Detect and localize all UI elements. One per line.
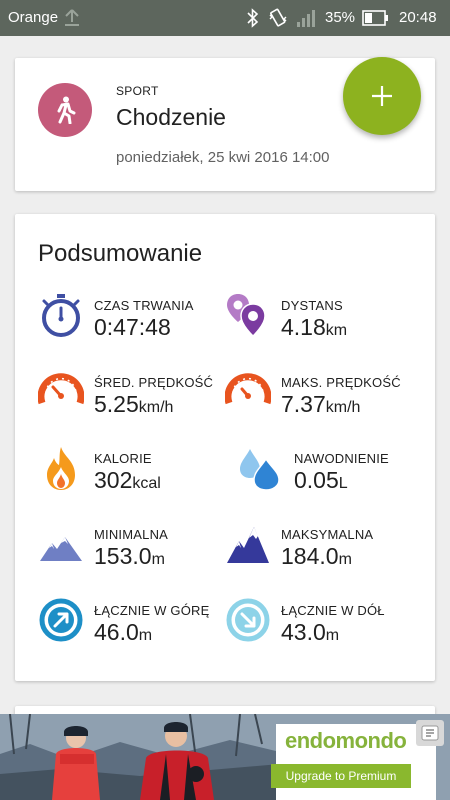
map-pins-icon	[227, 294, 266, 338]
stat-label: ŁĄCZNIE W GÓRĘ	[94, 603, 210, 618]
stat-value: 46.0m	[94, 619, 153, 645]
flame-icon	[47, 447, 75, 490]
stat-label: ŚRED. PRĘDKOŚĆ	[94, 375, 214, 390]
sport-label: SPORT	[116, 84, 159, 98]
stat-value: 4.18km	[281, 314, 348, 340]
ascent-arrow-icon	[39, 598, 83, 642]
summary-card: Podsumowanie CZAS TRWANIA 0:47:48 DYSTAN…	[15, 214, 435, 681]
stat-distance: DYSTANS 4.18km	[225, 292, 430, 342]
upgrade-premium-button[interactable]: Upgrade to Premium	[271, 764, 411, 788]
carrier-name: Orange	[8, 9, 59, 26]
speedometer-max-icon	[225, 373, 271, 405]
upload-icon	[65, 9, 79, 26]
stat-min-altitude: MINIMALNA 153.0m	[38, 521, 223, 571]
mountain-high-icon	[227, 527, 269, 563]
bluetooth-icon	[247, 8, 259, 28]
stat-value: 302kcal	[94, 467, 161, 493]
stopwatch-icon	[42, 294, 80, 337]
battery-percentage: 35%	[325, 9, 356, 26]
signal-icon	[297, 10, 315, 27]
stat-max-speed: MAKS. PRĘDKOŚĆ 7.37km/h	[225, 369, 430, 419]
stat-total-descent: ŁĄCZNIE W DÓŁ 43.0m	[225, 597, 430, 647]
mountain-low-icon	[40, 537, 82, 561]
endomondo-logo: endomondo	[285, 728, 407, 753]
stat-calories: KALORIE 302kcal	[38, 445, 223, 495]
stat-duration: CZAS TRWANIA 0:47:48	[38, 292, 223, 342]
stat-label: KALORIE	[94, 451, 152, 466]
stat-value: 5.25km/h	[94, 391, 174, 417]
speedometer-icon	[38, 373, 84, 405]
stat-hydration: NAWODNIENIE 0.05L	[237, 445, 430, 495]
stat-value: 184.0m	[281, 543, 352, 569]
sport-name[interactable]: Chodzenie	[116, 104, 226, 131]
walking-person-icon	[57, 96, 76, 124]
descent-arrow-icon	[226, 598, 270, 642]
stat-total-ascent: ŁĄCZNIE W GÓRĘ 46.0m	[38, 597, 223, 647]
stat-label: MAKS. PRĘDKOŚĆ	[281, 375, 401, 390]
stat-label: ŁĄCZNIE W DÓŁ	[281, 603, 385, 618]
sport-avatar[interactable]	[38, 83, 92, 137]
ad-info-icon[interactable]	[416, 720, 444, 746]
ad-choices-icon	[421, 725, 439, 741]
stat-value: 153.0m	[94, 543, 165, 569]
stat-label: CZAS TRWANIA	[94, 298, 194, 313]
clock: 20:48	[399, 9, 437, 26]
water-drops-icon	[240, 449, 280, 491]
battery-icon	[362, 10, 388, 26]
workout-datetime[interactable]: poniedziałek, 25 kwi 2016 14:00	[116, 149, 330, 166]
stat-label: MINIMALNA	[94, 527, 169, 542]
stat-avg-speed: ŚRED. PRĘDKOŚĆ 5.25km/h	[38, 369, 223, 419]
plus-icon	[372, 86, 392, 106]
vibrate-icon	[269, 8, 287, 27]
stat-value: 0:47:48	[94, 314, 171, 340]
stat-label: NAWODNIENIE	[294, 451, 389, 466]
stat-label: MAKSYMALNA	[281, 527, 374, 542]
ad-banner[interactable]: endomondo Upgrade to Premium	[0, 714, 450, 800]
stat-label: DYSTANS	[281, 298, 343, 313]
stat-max-altitude: MAKSYMALNA 184.0m	[225, 521, 430, 571]
status-bar: Orange 35% 20:48	[0, 0, 450, 36]
stat-value: 7.37km/h	[281, 391, 361, 417]
summary-title: Podsumowanie	[38, 240, 203, 267]
add-button[interactable]	[343, 57, 421, 135]
stat-value: 0.05L	[294, 467, 348, 493]
stat-value: 43.0m	[281, 619, 340, 645]
